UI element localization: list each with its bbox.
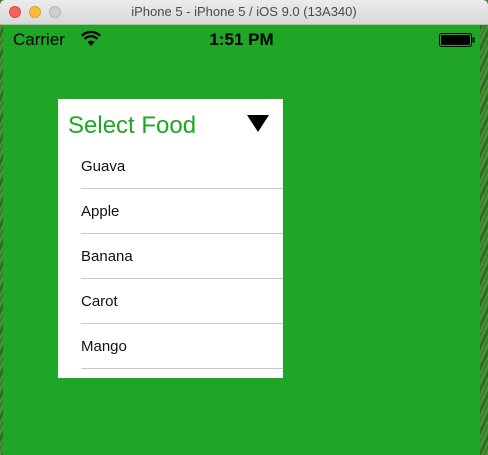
- status-bar: Carrier 1:51 PM: [3, 25, 480, 55]
- triangle-down-icon[interactable]: [246, 113, 270, 133]
- dropdown-option[interactable]: Mango: [58, 324, 283, 369]
- dropdown-option[interactable]: Banana: [58, 234, 283, 279]
- dropdown-option-label: Carot: [81, 293, 118, 310]
- battery-icon: [439, 33, 475, 47]
- window-title: iPhone 5 - iPhone 5 / iOS 9.0 (13A340): [131, 4, 357, 19]
- options-list: Guava Apple Banana Carot Mango: [58, 144, 283, 369]
- status-time: 1:51 PM: [209, 30, 274, 49]
- dropdown-title: Select Food: [68, 112, 197, 139]
- dropdown-option-label: Mango: [81, 338, 127, 355]
- dropdown-option[interactable]: Guava: [58, 144, 283, 189]
- option-divider: [81, 368, 283, 369]
- window-titlebar[interactable]: iPhone 5 - iPhone 5 / iOS 9.0 (13A340): [0, 0, 488, 25]
- food-dropdown: Select Food Guava Apple Banana Carot Mango: [58, 99, 283, 378]
- dropdown-option[interactable]: Carot: [58, 279, 283, 324]
- dropdown-option[interactable]: Apple: [58, 189, 283, 234]
- simulator-window: iPhone 5 - iPhone 5 / iOS 9.0 (13A340) C…: [0, 0, 488, 455]
- dropdown-option-label: Banana: [81, 248, 133, 265]
- device-screen: Carrier 1:51 PM Select Food Guava Apple Ba…: [3, 25, 480, 455]
- dropdown-option-label: Apple: [81, 203, 120, 220]
- dropdown-option-label: Guava: [81, 158, 126, 175]
